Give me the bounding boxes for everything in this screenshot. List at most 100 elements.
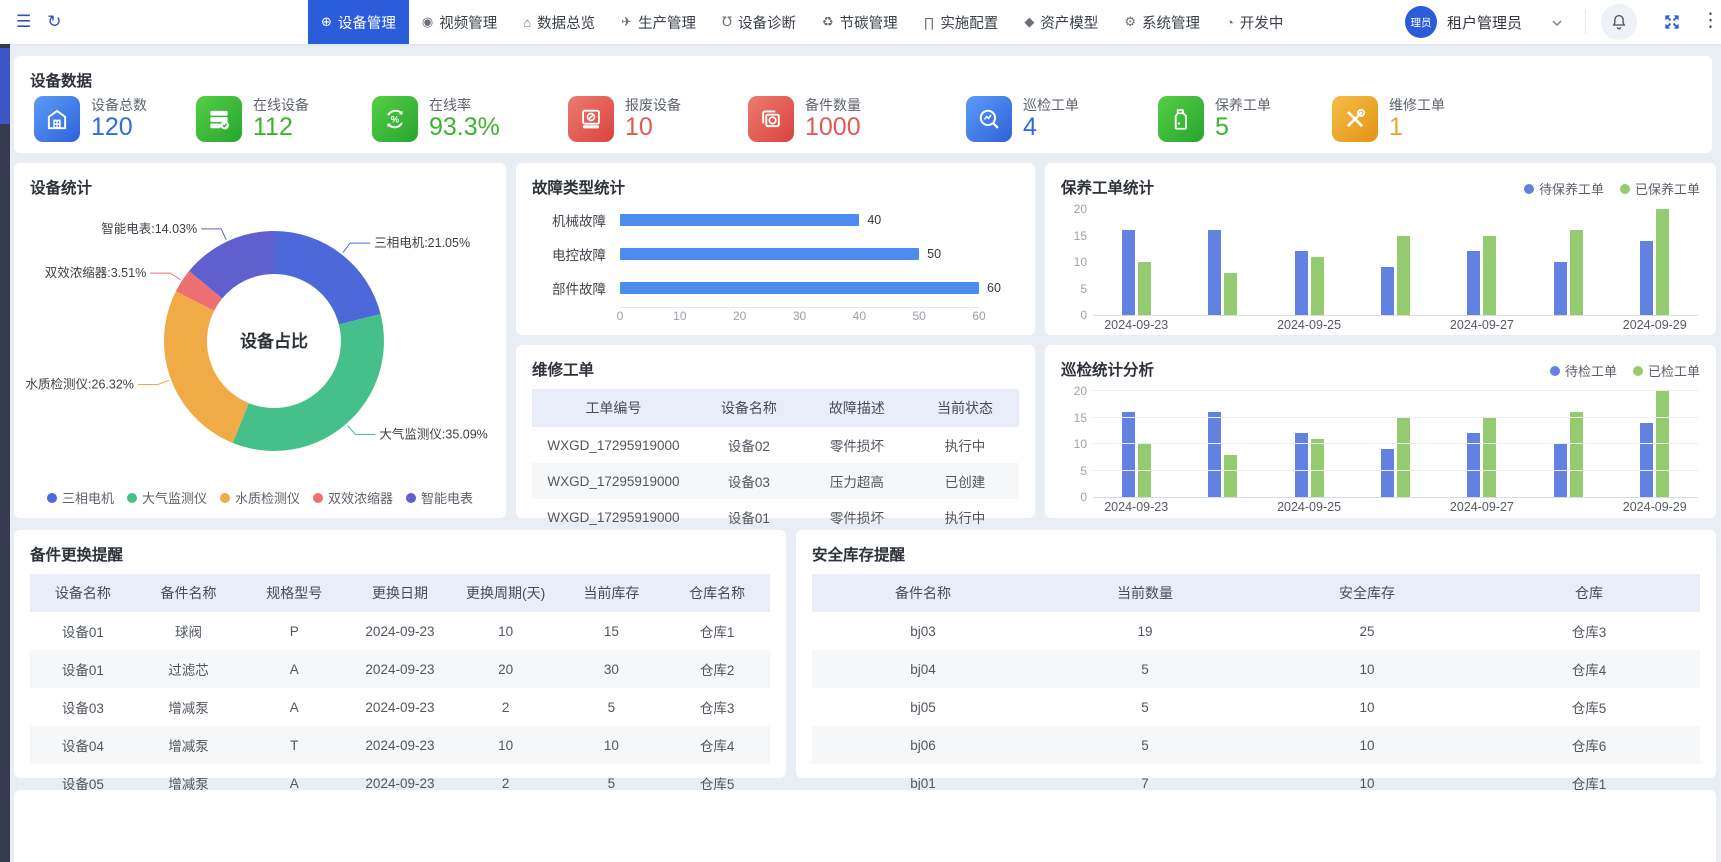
table-cell: 10 [453,726,559,764]
table-cell: 增减泵 [136,726,242,764]
device-manage-icon: ⊕ [321,14,332,30]
legend-item-双效浓缩器[interactable]: 双效浓缩器 [313,488,393,507]
y-axis-label: 10 [1057,255,1087,269]
column-header: 更换周期(天) [453,574,559,612]
kpi-value: 5 [1215,114,1271,141]
table-cell: 5 [559,688,665,726]
nav-item-2[interactable]: ⌂数据总览 [510,0,608,44]
legend-item-待检工单[interactable]: 待检工单 [1550,361,1617,380]
fault-bar-row: 电控故障50 [532,237,1019,271]
bar-track: 60 [620,281,979,295]
x-axis-labels: 2024-09-232024-09-252024-09-272024-09-29 [1093,500,1698,514]
device-data-panel: 设备数据 设备总数120在线设备112%在线率93.3%报废设备10备件数量10… [14,56,1712,153]
table-head: 设备名称备件名称规格型号更换日期更换周期(天)当前库存仓库名称 [30,574,770,612]
kpi-label: 备件数量 [805,97,861,114]
collapsed-sidebar[interactable] [0,44,10,862]
category-label: 部件故障 [532,278,606,298]
nav-item-6[interactable]: ∏实施配置 [911,0,1012,44]
table-cell: 仓库6 [1478,726,1700,764]
navbar: ☰ ↻ ⊕设备管理◉视频管理⌂数据总览✈生产管理℧设备诊断♻节碳管理∏实施配置◆… [0,0,1721,44]
kpi-label: 报废设备 [625,97,681,114]
maintenance-orders-panel: 保养工单统计 待保养工单已保养工单 051015202024-09-232024… [1045,163,1716,335]
legend-item-智能电表[interactable]: 智能电表 [406,488,473,507]
notification-bell-icon[interactable] [1601,4,1637,40]
table-body: WXGD_17295919000设备02零件损坏执行中WXGD_17295919… [532,427,1019,535]
table-cell: 2 [453,688,559,726]
table-header-row: 设备名称备件名称规格型号更换日期更换周期(天)当前库存仓库名称 [30,574,770,612]
legend-item-待保养工单[interactable]: 待保养工单 [1524,179,1604,198]
dashboard-page: ☰ ↻ ⊕设备管理◉视频管理⌂数据总览✈生产管理℧设备诊断♻节碳管理∏实施配置◆… [0,0,1721,862]
bar-已检工单 [1138,444,1151,497]
table-cell: WXGD_17295919000 [532,463,695,499]
data-overview-icon: ⌂ [523,15,531,30]
bar-已检工单 [1224,455,1237,497]
legend-dot [1550,366,1560,376]
column-header: 设备名称 [30,574,136,612]
donut-slice-label: 智能电表:14.03% [101,221,197,236]
nav-item-5[interactable]: ♻节碳管理 [809,0,911,44]
legend-item-已保养工单[interactable]: 已保养工单 [1620,179,1700,198]
bar-已检工单 [1483,418,1496,498]
nav-item-9[interactable]: ◔开发中 [1213,0,1296,44]
donut-label-line [138,380,169,384]
table-cell: 零件损坏 [803,427,911,463]
fault-bars: 机械故障40电控故障50部件故障60 [532,203,1019,305]
table-cell: T [241,726,347,764]
legend-item-大气监测仪[interactable]: 大气监测仪 [127,488,207,507]
repair-orders-panel: 维修工单 工单编号设备名称故障描述当前状态 WXGD_17295919000设备… [516,345,1035,518]
table-row: 设备03增减泵A2024-09-2325仓库3 [30,688,770,726]
nav-item-1[interactable]: ◉视频管理 [409,0,510,44]
table-cell: 设备01 [30,650,136,688]
production-manage-icon: ✈ [621,14,632,30]
bar-待检工单 [1208,412,1221,497]
spare-parts-icon [748,96,794,142]
table-cell: 2024-09-23 [347,650,453,688]
table-cell: 仓库3 [664,688,770,726]
nav-item-7[interactable]: ◆资产模型 [1011,0,1111,44]
table-cell: 已创建 [911,463,1019,499]
kpi-text: 在线率93.3% [429,97,500,141]
legend-item-水质检测仪[interactable]: 水质检测仪 [220,488,300,507]
x-axis-label [1352,318,1438,332]
legend-item-三相电机[interactable]: 三相电机 [47,488,114,507]
panel-title: 维修工单 [532,358,594,380]
nav-item-label: 视频管理 [439,12,497,33]
refresh-icon[interactable]: ↻ [47,12,61,32]
bar-已检工单 [1656,391,1669,497]
bar-group [1122,209,1151,315]
bar-已保养工单 [1483,236,1496,316]
table-cell: 20 [453,650,559,688]
nav-item-0[interactable]: ⊕设备管理 [308,0,409,44]
nav-item-8[interactable]: ⚙系统管理 [1111,0,1213,44]
category-label: 机械故障 [532,210,606,230]
nav-item-3[interactable]: ✈生产管理 [608,0,709,44]
collapse-menu-icon[interactable]: ☰ [16,12,31,32]
building-icon [34,96,80,142]
fullscreen-icon[interactable] [1662,12,1682,32]
oil-can-icon [1158,96,1204,142]
kpi-value: 4 [1023,114,1079,141]
donut-legend: 三相电机大气监测仪水质检测仪双效浓缩器智能电表 [14,488,506,507]
stock-reminder-panel: 安全库存提醒 备件名称当前数量安全库存仓库 bj031925仓库3bj04510… [796,530,1716,778]
avatar[interactable]: 理员 [1405,6,1437,38]
gridline [1093,470,1698,471]
more-options-icon[interactable]: ⋮ [1701,9,1720,32]
panel-title: 故障类型统计 [532,176,625,198]
gridline [1093,390,1698,391]
kpi-text: 在线设备112 [253,97,309,141]
user-name[interactable]: 租户管理员 [1447,12,1522,33]
parts-reminder-table: 设备名称备件名称规格型号更换日期更换周期(天)当前库存仓库名称 设备01球阀P2… [30,574,770,802]
bar-track: 50 [620,247,979,261]
bar-已保养工单 [1138,262,1151,315]
table-cell: 15 [559,612,665,650]
nav-item-4[interactable]: ℧设备诊断 [709,0,809,44]
table-header-row: 备件名称当前数量安全库存仓库 [812,574,1700,612]
bar [620,214,859,226]
chevron-down-icon[interactable] [1551,16,1563,34]
legend-dot [47,493,57,503]
nav-item-label: 设备诊断 [738,12,796,33]
table-cell: 设备02 [695,427,803,463]
legend-item-已检工单[interactable]: 已检工单 [1633,361,1700,380]
fault-type-panel: 故障类型统计 机械故障40电控故障50部件故障60 0102030405060 [516,163,1035,335]
bar-待检工单 [1554,444,1567,497]
